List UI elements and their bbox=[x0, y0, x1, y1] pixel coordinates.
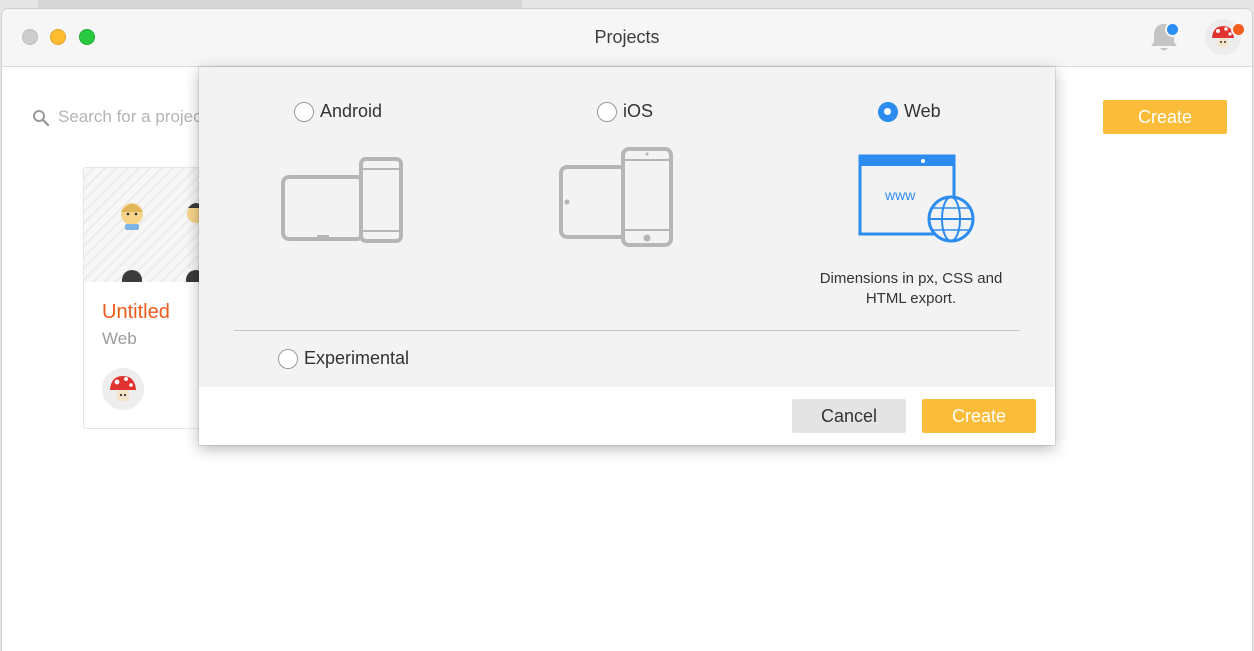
web-option[interactable]: Web bbox=[878, 101, 941, 122]
title-bar: Projects bbox=[2, 9, 1252, 67]
android-option[interactable]: Android bbox=[294, 101, 382, 122]
web-radio[interactable] bbox=[878, 101, 898, 122]
experimental-radio[interactable] bbox=[278, 348, 298, 369]
ios-label: iOS bbox=[623, 101, 654, 121]
project-platform: Web bbox=[102, 329, 137, 348]
create-button[interactable]: Create bbox=[922, 399, 1036, 433]
ios-radio[interactable] bbox=[597, 101, 617, 122]
project-owner-avatar bbox=[102, 368, 144, 410]
android-label: Android bbox=[320, 101, 383, 121]
experimental-label: Experimental bbox=[304, 348, 410, 368]
notification-badge bbox=[1165, 22, 1180, 37]
ios-option[interactable]: iOS bbox=[597, 101, 653, 122]
divider bbox=[234, 330, 1020, 331]
android-devices-icon bbox=[281, 157, 403, 243]
web-browser-globe-icon: www bbox=[858, 154, 975, 243]
web-label: Web bbox=[904, 101, 941, 121]
window-title: Projects bbox=[594, 27, 660, 47]
new-project-dialog: Android iOS Web www Dimensions in px, CS bbox=[199, 67, 1055, 445]
search-input[interactable] bbox=[58, 105, 208, 129]
android-radio[interactable] bbox=[294, 101, 314, 122]
project-title[interactable]: Untitled bbox=[102, 301, 170, 324]
cancel-button[interactable]: Cancel bbox=[792, 399, 906, 433]
web-description: Dimensions in px, CSS and HTML export. bbox=[819, 270, 1003, 307]
dialog-footer: Cancel Create bbox=[199, 387, 1055, 445]
experimental-option[interactable]: Experimental bbox=[278, 348, 409, 369]
avatar-badge bbox=[1231, 22, 1246, 37]
ios-devices-icon bbox=[559, 147, 673, 247]
search-icon bbox=[33, 110, 50, 127]
create-project-button[interactable]: Create bbox=[1103, 100, 1227, 134]
svg-text:www: www bbox=[884, 187, 916, 203]
background-window bbox=[38, 0, 522, 9]
